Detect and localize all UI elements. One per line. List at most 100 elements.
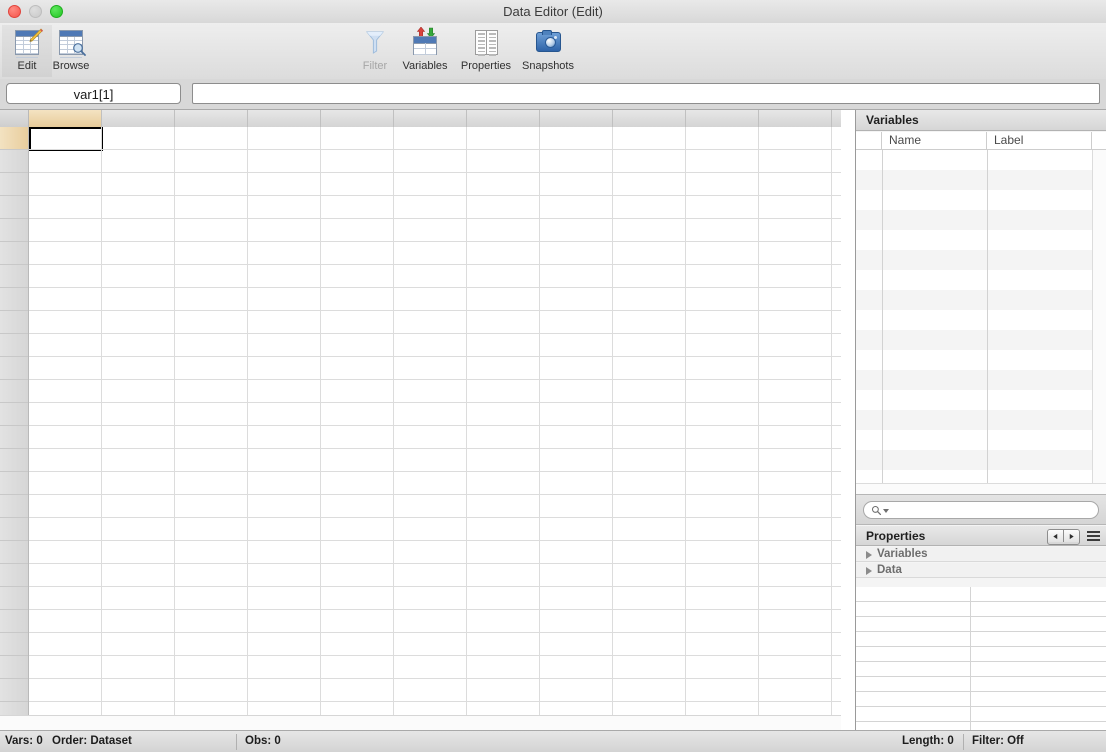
variables-col-label[interactable]: Label <box>987 132 1092 149</box>
properties-row[interactable] <box>856 617 1106 632</box>
search-input[interactable] <box>890 503 1094 519</box>
row-header-1[interactable] <box>0 127 28 150</box>
variables-table-header: Name Label <box>856 132 1106 150</box>
window-title: Data Editor (Edit) <box>503 4 603 19</box>
row-header-16[interactable] <box>0 472 28 495</box>
properties-row[interactable] <box>856 587 1106 602</box>
disclosure-triangle-icon <box>866 551 872 559</box>
properties-row[interactable] <box>856 722 1106 730</box>
active-cell[interactable] <box>29 127 103 151</box>
toolbar-button-snapshots[interactable]: Snapshots <box>518 25 578 77</box>
row-header-5[interactable] <box>0 219 28 242</box>
search-field[interactable] <box>863 501 1099 519</box>
variables-row[interactable] <box>856 290 1092 310</box>
properties-row[interactable] <box>856 662 1106 677</box>
variables-col-check[interactable] <box>856 132 882 149</box>
properties-row[interactable] <box>856 647 1106 662</box>
toolbar-label-properties: Properties <box>460 60 512 72</box>
main-area: Variables Name Label Properties Variable… <box>0 110 1106 730</box>
variables-row[interactable] <box>856 150 1092 170</box>
row-header-7[interactable] <box>0 265 28 288</box>
variables-row[interactable] <box>856 270 1092 290</box>
row-header-18[interactable] <box>0 518 28 541</box>
column-header-8[interactable] <box>540 110 613 127</box>
column-header-7[interactable] <box>467 110 540 127</box>
variables-horizontal-scrollbar[interactable] <box>856 483 1106 494</box>
column-header-10[interactable] <box>686 110 759 127</box>
column-header-4[interactable] <box>248 110 321 127</box>
chevron-down-icon[interactable] <box>883 509 889 513</box>
row-header-6[interactable] <box>0 242 28 265</box>
column-header-9[interactable] <box>613 110 686 127</box>
variables-row[interactable] <box>856 450 1092 470</box>
properties-next-button[interactable] <box>1064 530 1079 542</box>
column-header-2[interactable] <box>102 110 175 127</box>
variables-row[interactable] <box>856 310 1092 330</box>
row-header-20[interactable] <box>0 564 28 587</box>
properties-section-data[interactable]: Data <box>856 563 1106 578</box>
toolbar-button-edit[interactable]: Edit <box>2 25 52 77</box>
variables-row[interactable] <box>856 350 1092 370</box>
cell-value-input[interactable] <box>192 83 1100 104</box>
toolbar-button-properties[interactable]: Properties <box>456 25 516 77</box>
column-header-5[interactable] <box>321 110 394 127</box>
variables-row[interactable] <box>856 330 1092 350</box>
column-header-6[interactable] <box>394 110 467 127</box>
properties-table-body[interactable] <box>856 587 1106 730</box>
triangle-left-icon <box>1053 533 1058 539</box>
row-header-12[interactable] <box>0 380 28 403</box>
cell-reference-input[interactable]: var1[1] <box>6 83 181 104</box>
variables-row[interactable] <box>856 370 1092 390</box>
variables-table-body[interactable] <box>856 150 1106 483</box>
search-bar <box>856 494 1106 525</box>
column-header-3[interactable] <box>175 110 248 127</box>
variables-row[interactable] <box>856 230 1092 250</box>
grid-corner-cell[interactable] <box>0 110 29 127</box>
row-header-9[interactable] <box>0 311 28 334</box>
variables-vertical-scrollbar[interactable] <box>1092 150 1106 483</box>
variables-row[interactable] <box>856 430 1092 450</box>
disclosure-triangle-icon <box>866 567 872 575</box>
toolbar-button-variables[interactable]: Variables <box>396 25 454 77</box>
column-header-1[interactable] <box>29 110 102 127</box>
row-header-4[interactable] <box>0 196 28 219</box>
column-header-11[interactable] <box>759 110 832 127</box>
row-header-23[interactable] <box>0 633 28 656</box>
variables-col-name[interactable]: Name <box>882 132 987 149</box>
variables-row[interactable] <box>856 170 1092 190</box>
row-header-8[interactable] <box>0 288 28 311</box>
row-header-19[interactable] <box>0 541 28 564</box>
row-header-21[interactable] <box>0 587 28 610</box>
properties-section-variables[interactable]: Variables <box>856 547 1106 562</box>
variables-panel-header: Variables <box>856 110 1106 131</box>
row-header-2[interactable] <box>0 150 28 173</box>
properties-row[interactable] <box>856 692 1106 707</box>
row-header-25[interactable] <box>0 679 28 702</box>
status-separator <box>963 734 964 750</box>
row-header-11[interactable] <box>0 357 28 380</box>
variables-row[interactable] <box>856 210 1092 230</box>
grid-horizontal-scrollbar[interactable] <box>0 715 841 730</box>
hamburger-menu-icon[interactable] <box>1087 531 1100 541</box>
properties-row[interactable] <box>856 632 1106 647</box>
variables-row[interactable] <box>856 410 1092 430</box>
properties-row[interactable] <box>856 677 1106 692</box>
row-header-3[interactable] <box>0 173 28 196</box>
toolbar-button-browse[interactable]: Browse <box>46 25 96 77</box>
properties-prev-button[interactable] <box>1048 530 1064 542</box>
grid-cells[interactable] <box>29 127 841 730</box>
row-header-24[interactable] <box>0 656 28 679</box>
variables-row[interactable] <box>856 390 1092 410</box>
row-header-14[interactable] <box>0 426 28 449</box>
data-grid[interactable] <box>0 110 841 730</box>
properties-row[interactable] <box>856 707 1106 722</box>
toolbar-button-filter[interactable]: Filter <box>350 25 400 77</box>
variables-row[interactable] <box>856 190 1092 210</box>
variables-row[interactable] <box>856 250 1092 270</box>
properties-row[interactable] <box>856 602 1106 617</box>
row-header-10[interactable] <box>0 334 28 357</box>
row-header-17[interactable] <box>0 495 28 518</box>
row-header-13[interactable] <box>0 403 28 426</box>
row-header-22[interactable] <box>0 610 28 633</box>
row-header-15[interactable] <box>0 449 28 472</box>
